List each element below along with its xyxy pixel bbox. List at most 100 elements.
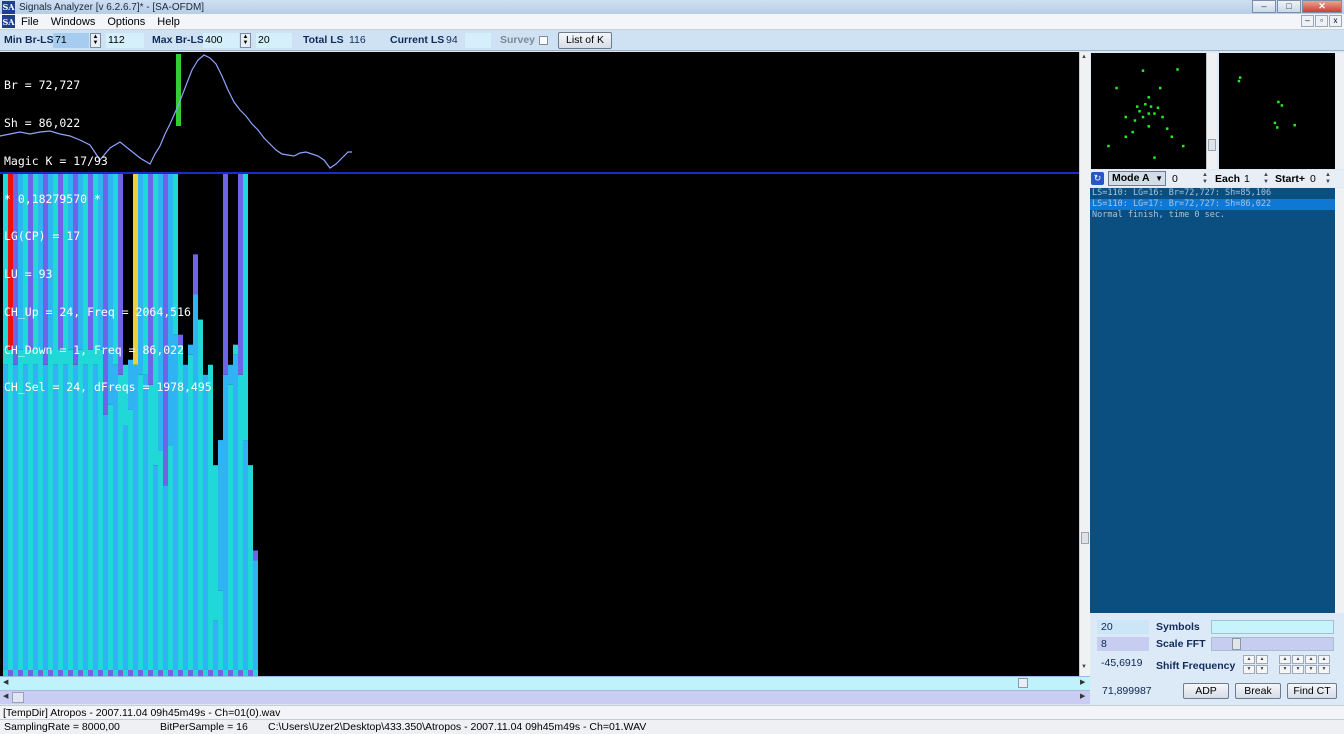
shift-down-1[interactable]: ▼	[1279, 665, 1291, 674]
minimize-button[interactable]: –	[1252, 0, 1276, 13]
shift-down-3[interactable]: ▼	[1305, 665, 1317, 674]
level-slider[interactable]: ◀ ▶	[0, 676, 1090, 690]
log-scrollbar[interactable]	[1335, 188, 1344, 613]
main-plot[interactable]: Br = 72,727 Sh = 86,022 Magic K = 17/93 …	[0, 52, 1079, 676]
break-button[interactable]: Break	[1235, 683, 1281, 699]
start-spinner[interactable]: ▲ ▼	[1323, 172, 1333, 186]
constellation-point	[1138, 110, 1141, 113]
scale-fft-input[interactable]: 8	[1097, 637, 1149, 651]
maximize-button[interactable]: □	[1277, 0, 1301, 13]
mode-select[interactable]: Mode A ▼	[1108, 171, 1166, 186]
list-of-k-button[interactable]: List of K	[558, 32, 612, 49]
channel-bar-base	[118, 670, 123, 676]
refresh-icon[interactable]: ↻	[1091, 172, 1104, 185]
close-button[interactable]: ✕	[1302, 0, 1342, 13]
chevron-down-icon: ▼	[1155, 174, 1163, 183]
scale-fft-slider-thumb[interactable]	[1232, 638, 1241, 650]
channel-bar-base	[48, 670, 53, 676]
slider-right-icon[interactable]: ▶	[1080, 678, 1085, 686]
constellation-point	[1153, 156, 1156, 159]
document-icon[interactable]: SA	[2, 15, 15, 28]
survey-checkbox[interactable]	[539, 36, 548, 45]
symbols-input[interactable]: 20	[1097, 620, 1149, 634]
scroll-right-icon[interactable]: ▶	[1080, 692, 1085, 700]
max-br-ls-input[interactable]: 400	[203, 33, 239, 48]
each-value[interactable]: 1	[1244, 173, 1250, 185]
channel-bar	[128, 409, 133, 676]
horizontal-scroll-thumb[interactable]	[12, 692, 24, 703]
shift-down-2[interactable]: ▼	[1292, 665, 1304, 674]
constellation-point	[1161, 115, 1164, 119]
channel-bar-base	[163, 670, 168, 676]
shift-up-1[interactable]: ▲	[1279, 655, 1291, 664]
channel-bar-base	[18, 670, 23, 676]
scroll-down-icon[interactable]: ▼	[1081, 664, 1087, 670]
channel-bar	[218, 590, 223, 676]
mdi-minimize-button[interactable]: –	[1301, 15, 1314, 27]
mdi-close-button[interactable]: x	[1329, 15, 1342, 27]
channel-bar-base	[63, 670, 68, 676]
log-list[interactable]: LS=110: LG=16: Br=72,727: Sh=85,106 LS=1…	[1090, 188, 1335, 613]
max-br-ls-spinner[interactable]: ▲ ▼	[240, 33, 251, 48]
shift-up-4[interactable]: ▲	[1318, 655, 1330, 664]
menu-bar: SA File Windows Options Help – ▫ x	[0, 14, 1344, 30]
shift-up-2[interactable]: ▲	[1292, 655, 1304, 664]
shift-down-coarse[interactable]: ▼	[1243, 665, 1255, 674]
vertical-scroll-thumb[interactable]	[1081, 532, 1089, 544]
menu-options[interactable]: Options	[101, 16, 151, 28]
channel-bar-base	[198, 670, 203, 676]
param-lu: LU = 93	[4, 267, 53, 282]
scale-fft-slider[interactable]	[1211, 637, 1334, 651]
channel-bar-base	[93, 670, 98, 676]
param-lg-cp: LG(CP) = 17	[4, 229, 81, 244]
min-br-ls-second-field[interactable]: 112	[106, 33, 144, 48]
adp-button[interactable]: ADP	[1183, 683, 1229, 699]
mdi-restore-button[interactable]: ▫	[1315, 15, 1328, 27]
log-line[interactable]: Normal finish, time 0 sec.	[1090, 210, 1335, 221]
log-line-selected[interactable]: LS=110: LG=17: Br=72,727: Sh=86,022	[1090, 199, 1335, 210]
menu-windows[interactable]: Windows	[45, 16, 102, 28]
each-spinner[interactable]: ▲ ▼	[1261, 172, 1271, 186]
min-br-ls-spinner[interactable]: ▲ ▼	[90, 33, 101, 48]
constellation-point	[1136, 105, 1139, 108]
constellation-scroll-thumb[interactable]	[1208, 139, 1216, 151]
param-br: Br = 72,727	[4, 78, 81, 93]
channel-bar-base	[108, 670, 113, 676]
log-line[interactable]: LS=110: LG=16: Br=72,727: Sh=85,106	[1090, 188, 1335, 199]
constellation-point	[1107, 144, 1110, 148]
menu-file[interactable]: File	[15, 16, 45, 28]
start-value[interactable]: 0	[1310, 173, 1316, 185]
scroll-up-icon[interactable]: ▲	[1081, 54, 1087, 60]
shift-up-3[interactable]: ▲	[1305, 655, 1317, 664]
min-br-ls-input[interactable]: 71	[53, 33, 89, 48]
mode-value[interactable]: 0	[1172, 173, 1178, 185]
channel-bar-peak	[218, 440, 223, 591]
shift-up-coarse[interactable]: ▲	[1243, 655, 1255, 664]
constellation-point	[1165, 127, 1169, 130]
status-sampling-rate: SamplingRate = 8000,00	[4, 721, 120, 733]
max-br-ls-second-field[interactable]: 20	[256, 33, 292, 48]
main-vertical-scrollbar[interactable]: ▲ ▼	[1079, 52, 1090, 676]
channel-bar	[203, 374, 208, 676]
symbols-slider[interactable]	[1211, 620, 1334, 634]
mdi-controls: – ▫ x	[1300, 15, 1342, 27]
shift-up-fine[interactable]: ▲	[1256, 655, 1268, 664]
channel-bar-base	[148, 670, 153, 676]
slider-left-icon[interactable]: ◀	[3, 678, 8, 686]
shift-frequency-value[interactable]: -45,6919	[1097, 656, 1149, 670]
shift-down-4[interactable]: ▼	[1318, 665, 1330, 674]
horizontal-scrollbar[interactable]: ◀ ▶	[0, 690, 1090, 704]
level-slider-thumb[interactable]	[1018, 678, 1028, 688]
constellation-point	[1182, 144, 1185, 148]
scroll-left-icon[interactable]: ◀	[3, 692, 8, 700]
mode-spinner[interactable]: ▲ ▼	[1200, 172, 1210, 186]
channel-bar-base	[218, 670, 223, 676]
constellation-scrollbar[interactable]	[1206, 53, 1217, 169]
app-window: SA Signals Analyzer [v 6.2.6.7]* - [SA-O…	[0, 0, 1344, 734]
find-ct-button[interactable]: Find CT	[1287, 683, 1337, 699]
param-sh: Sh = 86,022	[4, 115, 81, 130]
channel-bar-base	[233, 670, 238, 676]
shift-down-fine[interactable]: ▼	[1256, 665, 1268, 674]
menu-help[interactable]: Help	[151, 16, 186, 28]
right-panel-scrollbar[interactable]	[1335, 53, 1344, 169]
